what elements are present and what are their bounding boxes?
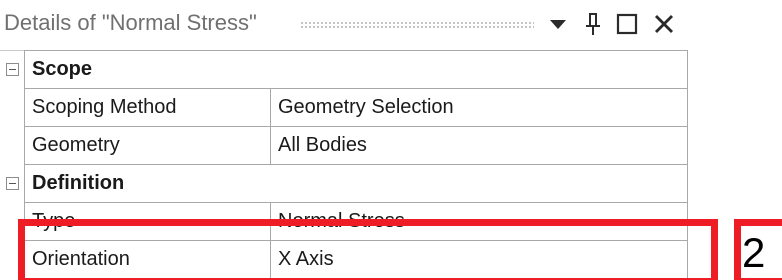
pin-icon[interactable] (580, 7, 606, 41)
group-row-definition[interactable]: Definition (0, 164, 688, 202)
collapse-toggle-definition[interactable] (0, 164, 24, 202)
group-label-definition: Definition (24, 164, 688, 202)
chevron-down-icon[interactable] (546, 7, 570, 41)
maximize-icon[interactable] (612, 7, 642, 41)
property-value[interactable]: All Bodies (270, 126, 688, 164)
property-row[interactable]: Geometry All Bodies (0, 126, 688, 164)
screenshot-stage: Details of "Normal Stress" Scope Scoping… (0, 0, 782, 280)
group-row-scope[interactable]: Scope (0, 50, 688, 88)
property-name: Scoping Method (24, 88, 270, 126)
step-number-label: 2 (742, 229, 766, 276)
property-name: Geometry (24, 126, 270, 164)
orientation-row-highlight (18, 219, 718, 280)
collapse-toggle-scope[interactable] (0, 50, 24, 88)
close-icon[interactable] (648, 7, 680, 41)
minus-icon (5, 62, 19, 76)
details-title: Details of "Normal Stress" (4, 10, 257, 35)
title-bar-grip[interactable] (300, 21, 534, 29)
property-value[interactable]: Geometry Selection (270, 88, 688, 126)
details-title-bar: Details of "Normal Stress" (0, 0, 688, 51)
property-row[interactable]: Scoping Method Geometry Selection (0, 88, 688, 126)
group-label-scope: Scope (24, 50, 688, 88)
minus-icon (5, 176, 19, 190)
